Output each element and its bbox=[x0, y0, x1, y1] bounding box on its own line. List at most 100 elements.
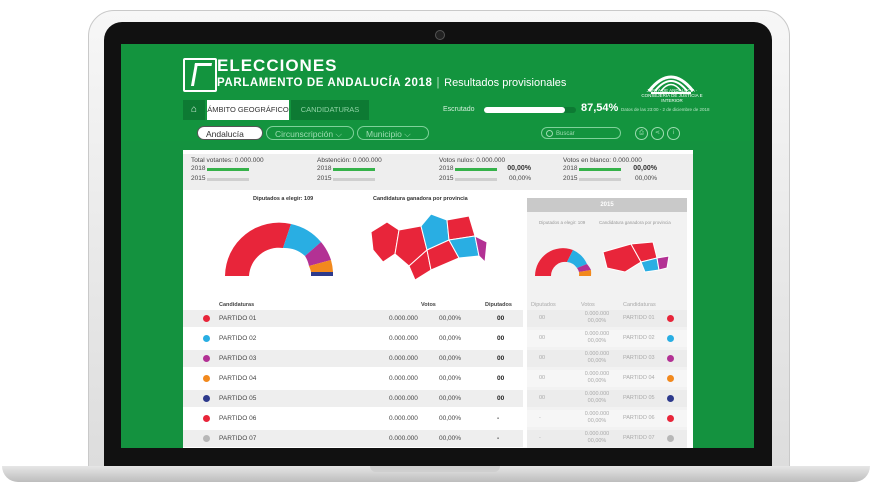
tab-candidaturas[interactable]: CANDIDATURAS bbox=[291, 100, 369, 120]
stat-label: Abstención: 0.000.000 bbox=[317, 157, 382, 164]
stat-bar-2018 bbox=[579, 168, 621, 171]
party-color-dot-2015 bbox=[667, 395, 674, 402]
chevron-down-icon: ⌵ bbox=[335, 129, 342, 139]
table-row[interactable]: PARTIDO 07 0.000.000 00,00% - bbox=[183, 430, 523, 447]
table-row-2015: - 0.000.000 00,00% PARTIDO 06 bbox=[527, 410, 687, 427]
party-seats: - bbox=[497, 415, 500, 422]
results-subtitle: Resultados provisionales bbox=[444, 77, 567, 89]
party-votes: 0.000.000 bbox=[389, 315, 418, 322]
table-row[interactable]: PARTIDO 01 0.000.000 00,00% 00 bbox=[183, 310, 523, 327]
stat-bar-2015 bbox=[207, 178, 249, 181]
table-row[interactable]: PARTIDO 04 0.000.000 00,00% 00 bbox=[183, 370, 523, 387]
municipio-dropdown[interactable]: Municipio ⌵ bbox=[357, 126, 429, 140]
th-diputados: Diputados bbox=[485, 302, 512, 308]
party-pct: 00,00% bbox=[439, 415, 462, 422]
map-province-huelva bbox=[370, 221, 400, 263]
party-name: PARTIDO 01 bbox=[219, 315, 257, 322]
hemicycle-segment-partido-01 bbox=[225, 222, 291, 276]
stat-block: Votos nulos: 0.000.000 201800,00% 201500… bbox=[439, 157, 557, 184]
stat-label: Votos en blanco: 0.000.000 bbox=[563, 157, 642, 164]
title-separator: | bbox=[436, 77, 441, 89]
party-votes-2015: 0.000.000 00,00% bbox=[584, 311, 610, 324]
th-2015-candidaturas: Candidaturas bbox=[623, 302, 656, 308]
party-seats: - bbox=[497, 435, 500, 442]
table-row[interactable]: PARTIDO 06 0.000.000 00,00% - bbox=[183, 410, 523, 427]
region-selector[interactable]: Andalucía bbox=[197, 126, 263, 140]
party-color-dot-2015 bbox=[667, 335, 674, 342]
party-name: PARTIDO 02 bbox=[219, 335, 257, 342]
share-icon[interactable]: ⋖ bbox=[651, 127, 664, 140]
search-input[interactable]: Buscar bbox=[541, 127, 621, 139]
party-votes-2015: 0.000.000 00,00% bbox=[584, 431, 610, 444]
hemicycle-2015-segment-partido-01 bbox=[535, 248, 573, 276]
party-name: PARTIDO 03 bbox=[219, 355, 257, 362]
party-color-dot-2015 bbox=[667, 315, 674, 322]
stat-row-2015: 201500,00% bbox=[563, 175, 754, 184]
app-screen: ELECCIONES PARLAMENTO DE ANDALUCÍA 2018 |… bbox=[121, 44, 754, 448]
circunscripcion-dropdown[interactable]: Circunscripción ⌵ bbox=[266, 126, 354, 140]
junta-logo-text: JUNTA DE ANDALUCIA · CONSEJERÍA DE JUSTI… bbox=[641, 88, 703, 103]
parliament-title: PARLAMENTO DE ANDALUCÍA 2018 bbox=[217, 77, 433, 89]
party-name: PARTIDO 07 bbox=[219, 435, 257, 442]
party-seats: 00 bbox=[497, 395, 505, 402]
results-panel: Total votantes: 0.000.000 2018 00,00% 201… bbox=[183, 150, 693, 448]
table-row[interactable]: PARTIDO 02 0.000.000 00,00% 00 bbox=[183, 330, 523, 347]
chevron-down-icon: ⌵ bbox=[404, 129, 411, 139]
th-2015-diputados: Diputados bbox=[531, 302, 556, 308]
party-seats-2015: - bbox=[539, 415, 541, 421]
table-row-2015: 00 0.000.000 00,00% PARTIDO 04 bbox=[527, 370, 687, 387]
hemicycle-segment-partido-05 bbox=[311, 272, 333, 276]
stat-bar-2015 bbox=[455, 178, 497, 181]
th-candidaturas: Candidaturas bbox=[219, 302, 255, 308]
print-icon[interactable]: ⎙ bbox=[635, 127, 648, 140]
party-color-dot-2015 bbox=[667, 415, 674, 422]
table-row[interactable]: PARTIDO 03 0.000.000 00,00% 00 bbox=[183, 350, 523, 367]
tab-ambito-geografico[interactable]: ÁMBITO GEOGRÁFICO bbox=[207, 100, 289, 120]
party-votes: 0.000.000 bbox=[389, 335, 418, 342]
party-seats-2015: 00 bbox=[539, 335, 546, 341]
party-votes: 0.000.000 bbox=[389, 395, 418, 402]
home-icon[interactable]: ⌂ bbox=[183, 100, 205, 120]
stat-block: Abstención: 0.000.000 2018 00,00% 2015 00,… bbox=[317, 157, 657, 184]
stat-bar-2018 bbox=[455, 168, 497, 171]
th-votos: Votos bbox=[421, 302, 436, 308]
party-votes: 0.000.000 bbox=[389, 355, 418, 362]
party-color-dot bbox=[203, 435, 210, 442]
table-row-2015: 00 0.000.000 00,00% PARTIDO 02 bbox=[527, 330, 687, 347]
year-2015-header: 2015 bbox=[527, 198, 687, 212]
party-votes-2015: 0.000.000 00,00% bbox=[584, 351, 610, 364]
escrutado-progress-fill bbox=[484, 107, 565, 113]
party-pct: 00,00% bbox=[439, 355, 462, 362]
stat-bar-2018 bbox=[333, 168, 375, 171]
party-name-2015: PARTIDO 02 bbox=[623, 335, 655, 341]
party-name-2015: PARTIDO 03 bbox=[623, 355, 655, 361]
party-color-dot bbox=[203, 395, 210, 402]
stat-bar-2015 bbox=[333, 178, 375, 181]
andalucia-map bbox=[370, 213, 488, 281]
stat-label: Votos nulos: 0.000.000 bbox=[439, 157, 506, 164]
stat-bar-2018 bbox=[207, 168, 249, 171]
andalucia-map-2015 bbox=[602, 241, 670, 273]
stat-bar-2015 bbox=[579, 178, 621, 181]
camera-icon bbox=[435, 30, 445, 40]
map-2015-almeria bbox=[656, 255, 670, 271]
party-color-dot-2015 bbox=[667, 355, 674, 362]
stat-block: Votos en blanco: 0.000.000 201800,00% 20… bbox=[563, 157, 681, 184]
app-title: ELECCIONES bbox=[217, 56, 338, 75]
party-votes-2015: 0.000.000 00,00% bbox=[584, 411, 610, 424]
party-votes-2015: 0.000.000 00,00% bbox=[584, 331, 610, 344]
party-color-dot-2015 bbox=[667, 435, 674, 442]
info-icon[interactable]: i bbox=[667, 127, 680, 140]
party-name-2015: PARTIDO 04 bbox=[623, 375, 655, 381]
party-name-2015: PARTIDO 01 bbox=[623, 315, 655, 321]
party-name: PARTIDO 06 bbox=[219, 415, 257, 422]
party-name-2015: PARTIDO 07 bbox=[623, 435, 655, 441]
party-pct: 00,00% bbox=[439, 315, 462, 322]
table-row[interactable]: PARTIDO 05 0.000.000 00,00% 00 bbox=[183, 390, 523, 407]
stat-block: Total votantes: 0.000.000 2018 00,00% 201… bbox=[191, 157, 531, 184]
party-pct: 00,00% bbox=[439, 375, 462, 382]
party-votes: 0.000.000 bbox=[389, 415, 418, 422]
party-color-dot bbox=[203, 415, 210, 422]
circunscripcion-label: Circunscripción bbox=[275, 129, 334, 139]
laptop-notch bbox=[370, 466, 500, 472]
